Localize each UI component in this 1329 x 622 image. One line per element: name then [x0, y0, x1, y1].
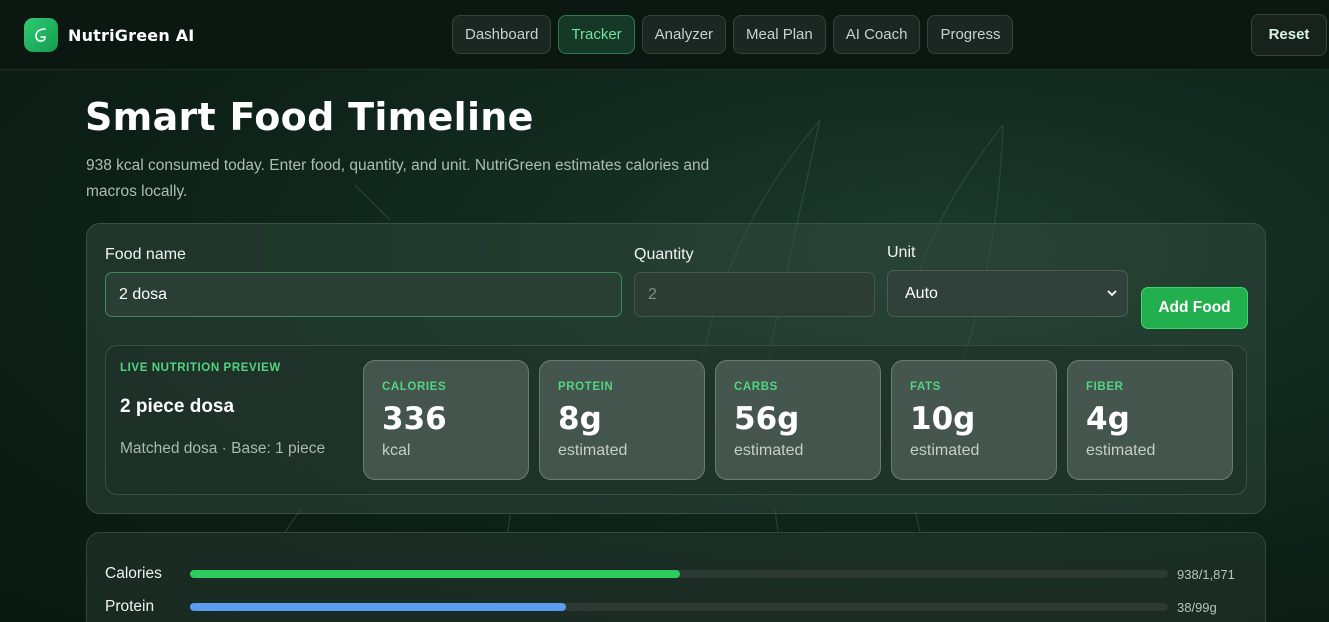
stat-label: FATS — [910, 381, 941, 393]
add-food-button[interactable]: Add Food — [1141, 287, 1248, 329]
progress-track — [190, 603, 1168, 611]
add-food-card: Food name 2 dosa Quantity 2 Unit Auto Ad… — [86, 223, 1266, 514]
stat-value: 10g — [910, 401, 976, 437]
unit-select-value: Auto — [905, 285, 938, 302]
tab-progress[interactable]: Progress — [927, 15, 1014, 54]
stat-carbs: CARBS 56g estimated — [715, 360, 881, 480]
stat-value: 56g — [734, 401, 800, 437]
page-title: Smart Food Timeline — [85, 95, 534, 139]
stat-sub: estimated — [558, 442, 628, 459]
stat-label: FIBER — [1086, 381, 1124, 393]
preview-food-name: 2 piece dosa — [120, 396, 235, 417]
quantity-input[interactable]: 2 — [634, 272, 875, 317]
stat-sub: kcal — [382, 442, 411, 459]
progress-value: 938/1,871 — [1177, 567, 1235, 582]
stat-label: CALORIES — [382, 381, 447, 393]
tab-analyzer[interactable]: Analyzer — [641, 15, 727, 54]
tab-tracker[interactable]: Tracker — [558, 15, 635, 54]
tab-meal-plan[interactable]: Meal Plan — [733, 15, 826, 54]
stat-value: 8g — [558, 401, 602, 437]
leaf-g-icon — [24, 18, 58, 52]
reset-button[interactable]: Reset — [1251, 14, 1327, 56]
food-name-label: Food name — [105, 246, 186, 263]
stat-sub: estimated — [910, 442, 980, 459]
unit-label: Unit — [887, 244, 916, 261]
protein-progress-fill — [190, 603, 566, 611]
stat-sub: estimated — [734, 442, 804, 459]
preview-match-info: Matched dosa · Base: 1 piece — [120, 440, 326, 457]
food-name-input[interactable]: 2 dosa — [105, 272, 622, 317]
stat-calories: CALORIES 336 kcal — [363, 360, 529, 480]
stat-label: CARBS — [734, 381, 778, 393]
stat-fats: FATS 10g estimated — [891, 360, 1057, 480]
daily-progress-card: Calories 938/1,871 Protein 38/99g — [86, 532, 1266, 622]
stat-value: 4g — [1086, 401, 1130, 437]
tab-ai-coach[interactable]: AI Coach — [832, 15, 921, 54]
nav-tabs: Dashboard Tracker Analyzer Meal Plan AI … — [452, 15, 1014, 54]
page-description: 938 kcal consumed today. Enter food, qua… — [86, 157, 710, 200]
progress-label: Calories — [105, 565, 162, 582]
top-bar: NutriGreen AI Dashboard Tracker Analyzer… — [0, 0, 1329, 70]
stat-fiber: FIBER 4g estimated — [1067, 360, 1233, 480]
progress-row-calories: Calories 938/1,871 — [105, 565, 1255, 585]
stat-protein: PROTEIN 8g estimated — [539, 360, 705, 480]
preview-kicker: LIVE NUTRITION PREVIEW — [120, 362, 281, 374]
brand[interactable]: NutriGreen AI — [24, 18, 194, 52]
unit-select[interactable]: Auto — [887, 270, 1128, 317]
progress-label: Protein — [105, 598, 155, 615]
stat-sub: estimated — [1086, 442, 1156, 459]
chevron-down-icon — [1107, 271, 1117, 316]
quantity-label: Quantity — [634, 246, 694, 263]
brand-name: NutriGreen AI — [68, 25, 195, 45]
tab-dashboard[interactable]: Dashboard — [452, 15, 552, 54]
stat-value: 336 — [382, 401, 447, 437]
progress-value: 38/99g — [1177, 600, 1217, 615]
progress-row-protein: Protein 38/99g — [105, 598, 1255, 618]
nutrition-preview: LIVE NUTRITION PREVIEW 2 piece dosa Matc… — [105, 345, 1247, 495]
progress-track — [190, 570, 1168, 578]
calories-progress-fill — [190, 570, 680, 578]
stat-label: PROTEIN — [558, 381, 614, 393]
